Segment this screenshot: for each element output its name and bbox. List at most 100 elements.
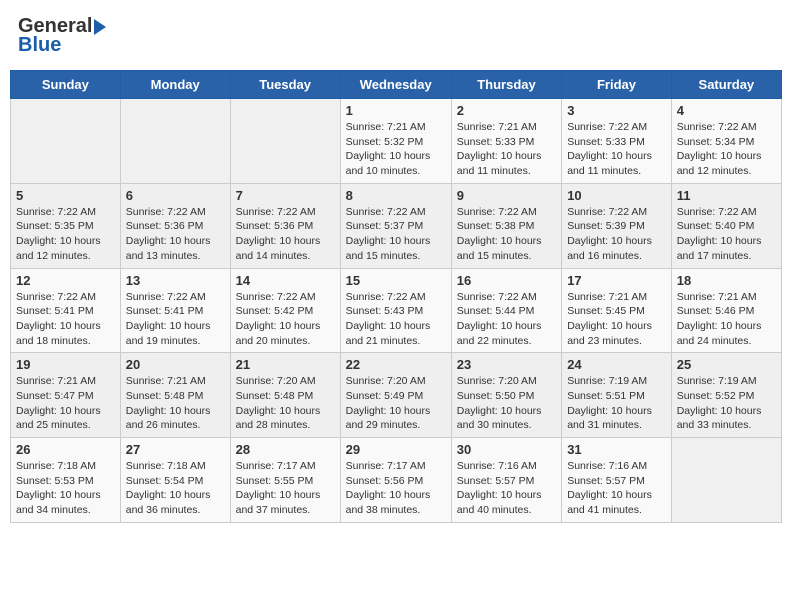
day-cell-12: 12Sunrise: 7:22 AMSunset: 5:41 PMDayligh…	[11, 268, 121, 353]
calendar-header-row: SundayMondayTuesdayWednesdayThursdayFrid…	[11, 71, 782, 99]
day-detail: Sunrise: 7:19 AMSunset: 5:51 PMDaylight:…	[567, 374, 666, 433]
day-cell-24: 24Sunrise: 7:19 AMSunset: 5:51 PMDayligh…	[562, 353, 672, 438]
day-detail: Sunrise: 7:16 AMSunset: 5:57 PMDaylight:…	[457, 459, 556, 518]
day-detail: Sunrise: 7:21 AMSunset: 5:47 PMDaylight:…	[16, 374, 115, 433]
day-number: 29	[346, 442, 446, 457]
day-cell-20: 20 Sunrise: 7:21 AMSunset: 5:48 PMDayligh…	[120, 353, 230, 438]
day-cell-9: 9Sunrise: 7:22 AMSunset: 5:38 PMDaylight…	[451, 183, 561, 268]
day-number: 18	[677, 273, 776, 288]
day-number: 21	[236, 357, 335, 372]
day-header-thursday: Thursday	[451, 71, 561, 99]
day-cell-15: 15 Sunrise: 7:22 AMSunset: 5:43 PMDayligh…	[340, 268, 451, 353]
day-detail: Sunrise: 7:21 AMSunset: 5:45 PMDaylight:…	[567, 290, 666, 349]
day-cell-11: 11 Sunrise: 7:22 AMSunset: 5:40 PMDayligh…	[671, 183, 781, 268]
day-header-monday: Monday	[120, 71, 230, 99]
calendar-table: SundayMondayTuesdayWednesdayThursdayFrid…	[10, 70, 782, 523]
day-detail: Sunrise: 7:21 AMSunset: 5:46 PMDaylight:…	[677, 290, 776, 349]
day-cell-14: 14 Sunrise: 7:22 AMSunset: 5:42 PMDayligh…	[230, 268, 340, 353]
day-detail: Sunrise: 7:17 AMSunset: 5:55 PMDaylight:…	[236, 459, 335, 518]
day-detail: Sunrise: 7:20 AMSunset: 5:50 PMDaylight:…	[457, 374, 556, 433]
day-number: 4	[677, 103, 776, 118]
day-detail: Sunrise: 7:22 AMSunset: 5:36 PMDaylight:…	[236, 205, 335, 264]
empty-cell	[230, 99, 340, 184]
day-number: 19	[16, 357, 115, 372]
day-number: 31	[567, 442, 666, 457]
day-cell-1: 1Sunrise: 7:21 AMSunset: 5:32 PMDaylight…	[340, 99, 451, 184]
day-cell-3: 3 Sunrise: 7:22 AMSunset: 5:33 PMDaylight…	[562, 99, 672, 184]
day-detail: Sunrise: 7:22 AMSunset: 5:33 PMDaylight:…	[567, 120, 666, 179]
empty-cell	[120, 99, 230, 184]
day-cell-16: 16 Sunrise: 7:22 AMSunset: 5:44 PMDayligh…	[451, 268, 561, 353]
day-number: 30	[457, 442, 556, 457]
week-row-2: 5Sunrise: 7:22 AMSunset: 5:35 PMDaylight…	[11, 183, 782, 268]
day-number: 10	[567, 188, 666, 203]
day-number: 20	[126, 357, 225, 372]
day-cell-28: 28 Sunrise: 7:17 AMSunset: 5:55 PMDayligh…	[230, 438, 340, 523]
day-detail: Sunrise: 7:22 AMSunset: 5:35 PMDaylight:…	[16, 205, 115, 264]
day-header-sunday: Sunday	[11, 71, 121, 99]
day-detail: Sunrise: 7:22 AMSunset: 5:40 PMDaylight:…	[677, 205, 776, 264]
day-number: 27	[126, 442, 225, 457]
empty-cell	[11, 99, 121, 184]
day-number: 12	[16, 273, 115, 288]
day-detail: Sunrise: 7:20 AMSunset: 5:49 PMDaylight:…	[346, 374, 446, 433]
day-cell-2: 2 Sunrise: 7:21 AMSunset: 5:33 PMDaylight…	[451, 99, 561, 184]
day-detail: Sunrise: 7:21 AMSunset: 5:48 PMDaylight:…	[126, 374, 225, 433]
day-number: 28	[236, 442, 335, 457]
week-row-4: 19 Sunrise: 7:21 AMSunset: 5:47 PMDayligh…	[11, 353, 782, 438]
page-header: General Blue	[10, 10, 782, 62]
day-detail: Sunrise: 7:21 AMSunset: 5:33 PMDaylight:…	[457, 120, 556, 179]
empty-cell	[671, 438, 781, 523]
day-number: 2	[457, 103, 556, 118]
day-number: 22	[346, 357, 446, 372]
day-detail: Sunrise: 7:22 AMSunset: 5:42 PMDaylight:…	[236, 290, 335, 349]
day-detail: Sunrise: 7:22 AMSunset: 5:34 PMDaylight:…	[677, 120, 776, 179]
day-cell-31: 31Sunrise: 7:16 AMSunset: 5:57 PMDayligh…	[562, 438, 672, 523]
day-number: 3	[567, 103, 666, 118]
day-cell-6: 6 Sunrise: 7:22 AMSunset: 5:36 PMDaylight…	[120, 183, 230, 268]
day-header-saturday: Saturday	[671, 71, 781, 99]
day-cell-29: 29 Sunrise: 7:17 AMSunset: 5:56 PMDayligh…	[340, 438, 451, 523]
day-detail: Sunrise: 7:18 AMSunset: 5:53 PMDaylight:…	[16, 459, 115, 518]
day-number: 6	[126, 188, 225, 203]
day-cell-8: 8Sunrise: 7:22 AMSunset: 5:37 PMDaylight…	[340, 183, 451, 268]
day-detail: Sunrise: 7:22 AMSunset: 5:37 PMDaylight:…	[346, 205, 446, 264]
day-cell-21: 21 Sunrise: 7:20 AMSunset: 5:48 PMDayligh…	[230, 353, 340, 438]
day-number: 7	[236, 188, 335, 203]
week-row-1: 1Sunrise: 7:21 AMSunset: 5:32 PMDaylight…	[11, 99, 782, 184]
day-number: 16	[457, 273, 556, 288]
day-cell-22: 22 Sunrise: 7:20 AMSunset: 5:49 PMDayligh…	[340, 353, 451, 438]
day-detail: Sunrise: 7:22 AMSunset: 5:39 PMDaylight:…	[567, 205, 666, 264]
day-detail: Sunrise: 7:17 AMSunset: 5:56 PMDaylight:…	[346, 459, 446, 518]
week-row-5: 26Sunrise: 7:18 AMSunset: 5:53 PMDayligh…	[11, 438, 782, 523]
day-header-friday: Friday	[562, 71, 672, 99]
day-number: 15	[346, 273, 446, 288]
day-detail: Sunrise: 7:20 AMSunset: 5:48 PMDaylight:…	[236, 374, 335, 433]
day-cell-13: 13 Sunrise: 7:22 AMSunset: 5:41 PMDayligh…	[120, 268, 230, 353]
day-number: 11	[677, 188, 776, 203]
day-cell-19: 19 Sunrise: 7:21 AMSunset: 5:47 PMDayligh…	[11, 353, 121, 438]
logo-blue-text: Blue	[18, 34, 61, 57]
day-detail: Sunrise: 7:22 AMSunset: 5:43 PMDaylight:…	[346, 290, 446, 349]
day-detail: Sunrise: 7:18 AMSunset: 5:54 PMDaylight:…	[126, 459, 225, 518]
logo-arrow-icon	[94, 19, 106, 35]
day-number: 14	[236, 273, 335, 288]
day-cell-10: 10 Sunrise: 7:22 AMSunset: 5:39 PMDayligh…	[562, 183, 672, 268]
day-cell-18: 18 Sunrise: 7:21 AMSunset: 5:46 PMDayligh…	[671, 268, 781, 353]
day-detail: Sunrise: 7:22 AMSunset: 5:41 PMDaylight:…	[126, 290, 225, 349]
day-cell-25: 25Sunrise: 7:19 AMSunset: 5:52 PMDayligh…	[671, 353, 781, 438]
day-number: 13	[126, 273, 225, 288]
day-number: 17	[567, 273, 666, 288]
logo: General Blue	[18, 15, 106, 57]
day-detail: Sunrise: 7:22 AMSunset: 5:44 PMDaylight:…	[457, 290, 556, 349]
day-cell-27: 27 Sunrise: 7:18 AMSunset: 5:54 PMDayligh…	[120, 438, 230, 523]
day-detail: Sunrise: 7:22 AMSunset: 5:36 PMDaylight:…	[126, 205, 225, 264]
day-cell-23: 23Sunrise: 7:20 AMSunset: 5:50 PMDayligh…	[451, 353, 561, 438]
day-number: 25	[677, 357, 776, 372]
day-detail: Sunrise: 7:21 AMSunset: 5:32 PMDaylight:…	[346, 120, 446, 179]
day-cell-17: 17 Sunrise: 7:21 AMSunset: 5:45 PMDayligh…	[562, 268, 672, 353]
day-cell-5: 5Sunrise: 7:22 AMSunset: 5:35 PMDaylight…	[11, 183, 121, 268]
day-number: 9	[457, 188, 556, 203]
day-header-wednesday: Wednesday	[340, 71, 451, 99]
day-cell-4: 4 Sunrise: 7:22 AMSunset: 5:34 PMDaylight…	[671, 99, 781, 184]
